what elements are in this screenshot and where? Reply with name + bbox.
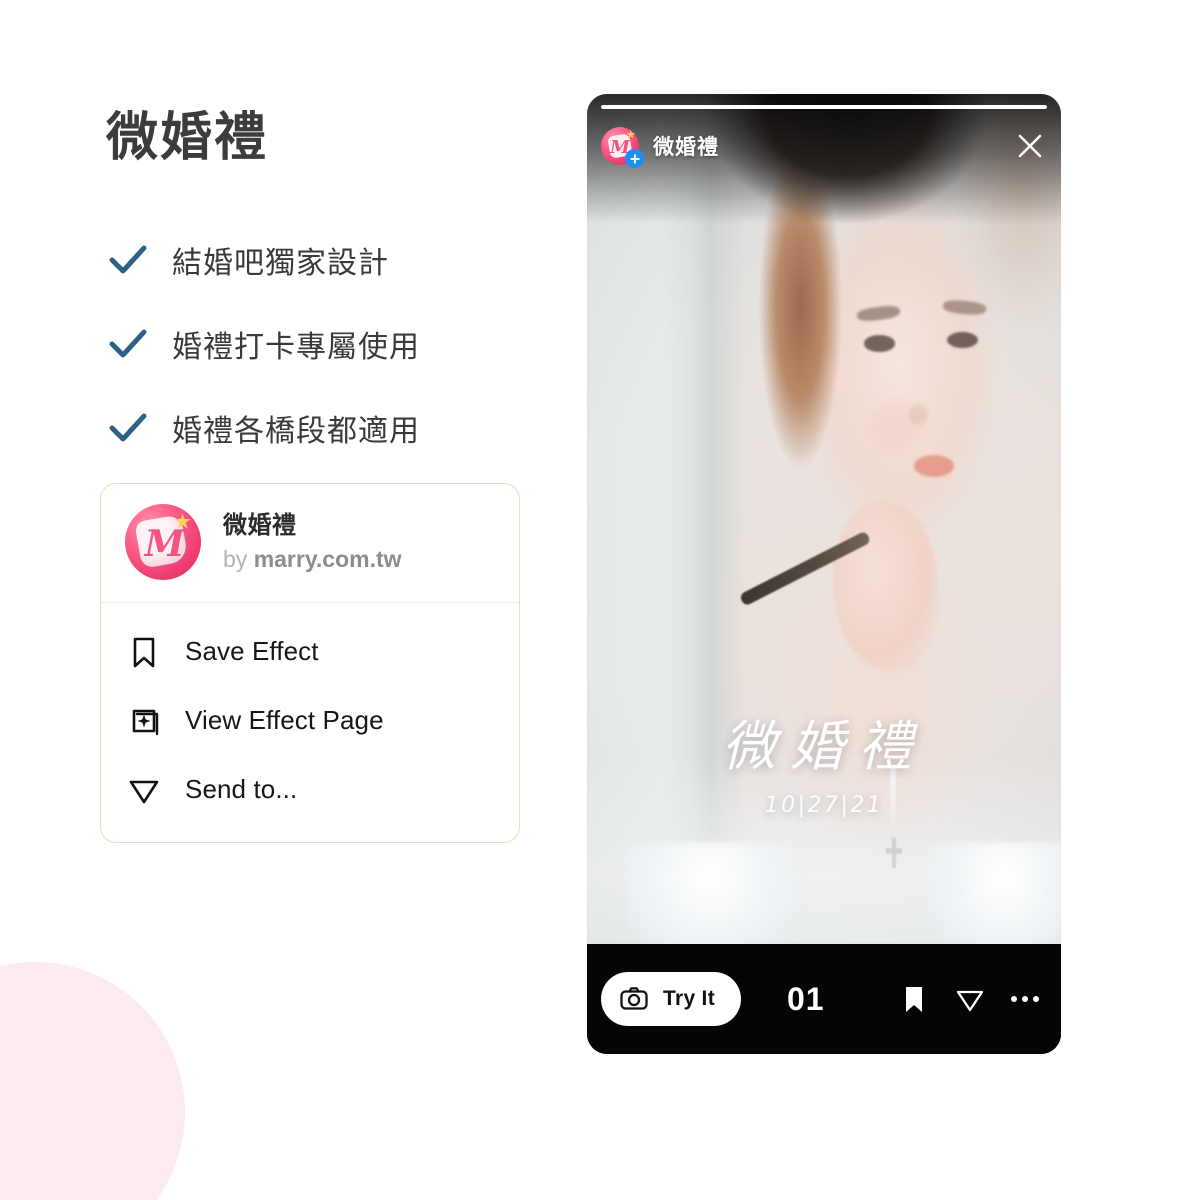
menu-item-label: Send to... [185,774,298,804]
left-content-column: 微婚禮 結婚吧獨家設計 婚禮打卡專屬使用 婚禮各橋段都適用 M 微婚禮 by m… [0,0,560,1200]
photo-detail-lace-left [624,842,796,944]
feature-item: 婚禮打卡專屬使用 [106,302,526,386]
page-root: 微婚禮 結婚吧獨家設計 婚禮打卡專屬使用 婚禮各橋段都適用 M 微婚禮 by m… [0,0,1200,1200]
feature-label: 婚禮各橋段都適用 [172,415,420,448]
close-icon[interactable] [1013,129,1047,163]
feature-list: 結婚吧獨家設計 婚禮打卡專屬使用 婚禮各橋段都適用 [106,218,526,470]
menu-item-label: View Effect Page [185,705,384,735]
marry-logo-icon[interactable]: M [601,127,644,168]
photo-detail-nose [909,404,929,425]
try-it-button[interactable]: Try It [601,972,741,1026]
more-dot [1022,996,1028,1002]
photo-detail-lace-right [928,842,1061,944]
bookmark-filled-icon[interactable] [899,984,929,1014]
menu-item-save-effect[interactable]: Save Effect [101,617,519,686]
story-progress-bar[interactable] [601,105,1047,109]
photo-detail-necklace [890,765,897,842]
brand-byline: by marry.com.tw [223,545,402,574]
more-icon[interactable] [1011,996,1039,1002]
logo-letter-m: M [144,523,185,565]
check-icon [109,245,147,274]
byline-prefix: by [223,546,248,573]
effect-card-header: M 微婚禮 by marry.com.tw [101,484,519,603]
story-title: 微婚禮 [653,136,719,159]
story-header: M 微婚禮 [587,120,1061,172]
story-phone-mockup: 微婚禮 10|27|21 M 微婚禮 Try It 01 [587,94,1061,1054]
effect-page-icon [132,709,159,735]
send-icon [129,780,159,803]
try-it-label: Try It [663,987,715,1010]
effect-card-menu: Save Effect View Effect Page Send to... [101,603,519,842]
brand-name: 微婚禮 [223,512,297,540]
plus-badge-icon[interactable] [625,149,644,168]
story-counter: 01 [786,980,825,1017]
feature-label: 婚禮打卡專屬使用 [172,331,420,364]
feature-item: 結婚吧獨家設計 [106,218,526,302]
check-icon [109,413,147,442]
menu-item-view-effect-page[interactable]: View Effect Page [101,686,519,755]
more-dot [1033,996,1039,1002]
more-dot [1011,996,1017,1002]
marry-logo-icon: M [125,504,201,580]
page-title: 微婚禮 [106,109,269,167]
photo-detail-eye-left [864,335,896,352]
check-icon [109,329,147,358]
menu-item-send-to[interactable]: Send to... [101,755,519,824]
story-media: 微婚禮 10|27|21 M 微婚禮 [587,94,1061,944]
byline-domain: marry.com.tw [253,546,402,573]
photo-detail-eye-right [947,332,979,349]
feature-item: 婚禮各橋段都適用 [106,386,526,470]
photo-detail-cross-horizontal [886,847,903,855]
bookmark-icon [133,637,155,667]
effect-card-brand-text: 微婚禮 by marry.com.tw [223,510,402,574]
effect-card: M 微婚禮 by marry.com.tw Save Effect View E… [100,483,520,843]
story-progress-fill [601,105,1047,109]
feature-label: 結婚吧獨家設計 [172,247,389,280]
menu-item-label: Save Effect [185,636,319,666]
send-icon[interactable] [955,984,985,1014]
story-bottom-bar: Try It 01 [587,944,1061,1054]
story-bottom-actions [899,984,1039,1014]
camera-icon [620,987,648,1010]
